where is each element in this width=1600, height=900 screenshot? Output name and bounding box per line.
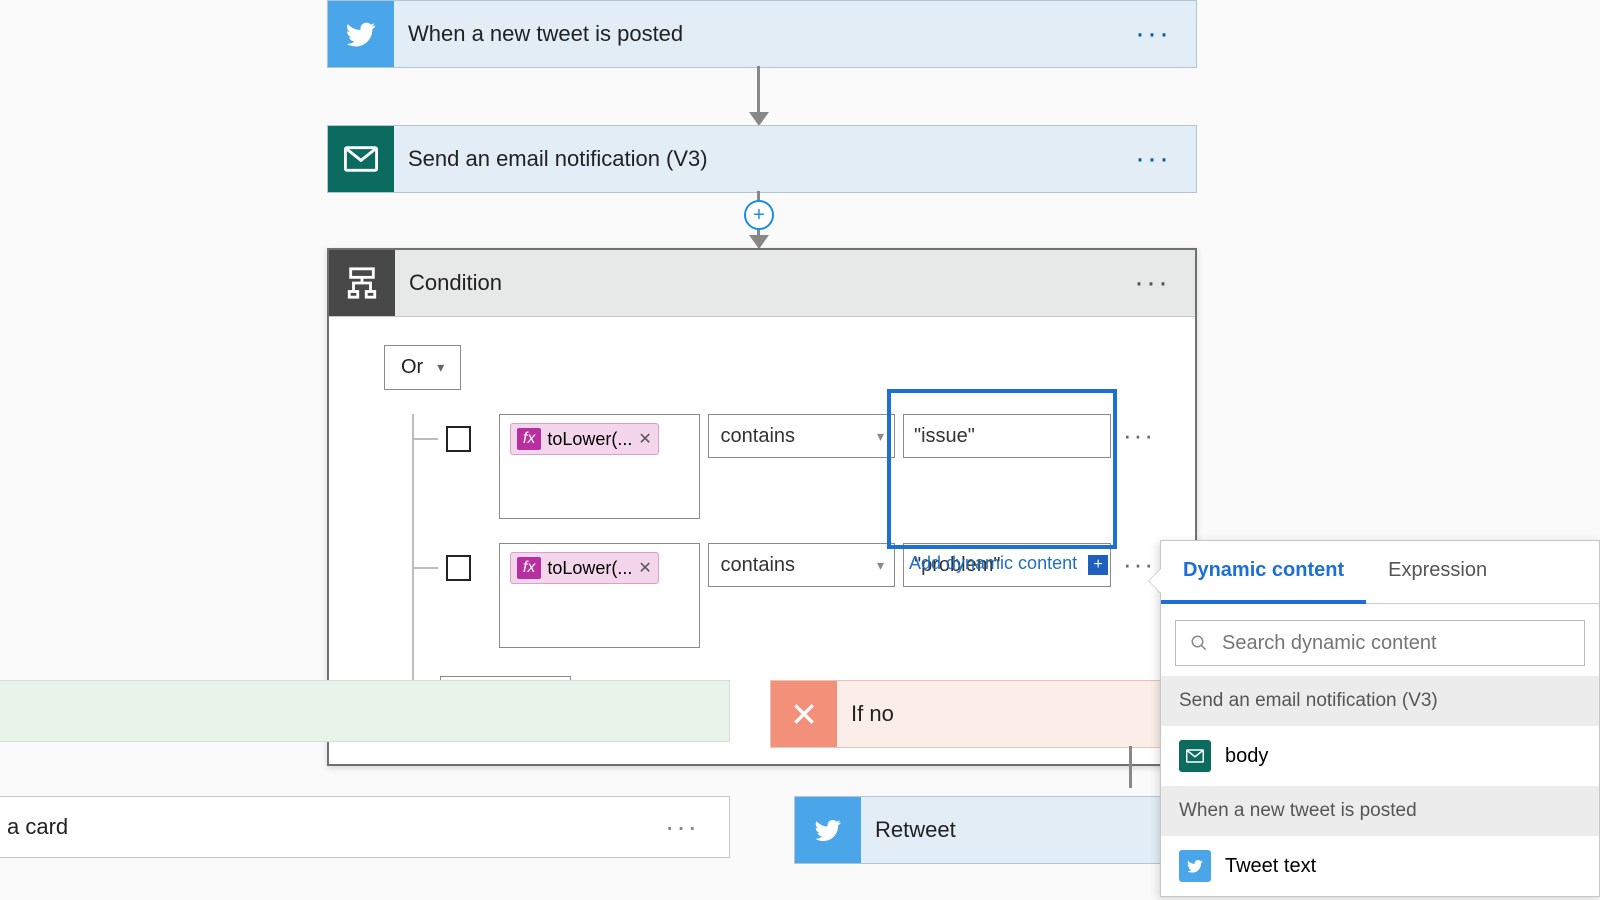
- step-email[interactable]: Send an email notification (V3) ···: [327, 125, 1197, 193]
- add-step-button[interactable]: +: [744, 200, 774, 230]
- close-icon: [771, 681, 837, 747]
- panel-caret: [1149, 569, 1161, 593]
- mail-icon: [1179, 740, 1211, 772]
- condition-row: fx toLower(... ✕ contains ▾ ···: [384, 414, 1155, 519]
- dynamic-item-label: body: [1225, 745, 1268, 768]
- left-operand-field[interactable]: fx toLower(... ✕: [499, 414, 700, 519]
- fx-token[interactable]: fx toLower(... ✕: [510, 552, 659, 584]
- fx-badge: fx: [517, 428, 541, 450]
- chevron-down-icon: ▾: [877, 557, 884, 574]
- dynamic-group-header: Send an email notification (V3): [1161, 676, 1599, 726]
- operator-dropdown[interactable]: contains ▾: [708, 414, 896, 458]
- condition-icon: [329, 250, 395, 316]
- left-partial-menu[interactable]: ···: [665, 811, 699, 843]
- add-dynamic-content-link[interactable]: Add dynamic content +: [909, 553, 1108, 575]
- tree-branch: [412, 567, 438, 569]
- chevron-down-icon: ▾: [437, 359, 444, 376]
- dynamic-group-header: When a new tweet is posted: [1161, 786, 1599, 836]
- step-trigger-title: When a new tweet is posted: [394, 21, 1110, 47]
- if-no-title: If no: [837, 701, 894, 727]
- twitter-icon: [1179, 850, 1211, 882]
- remove-token-icon[interactable]: ✕: [638, 558, 651, 578]
- operator-dropdown[interactable]: contains ▾: [708, 543, 896, 587]
- step-trigger[interactable]: When a new tweet is posted ···: [327, 0, 1197, 68]
- twitter-icon: [328, 1, 394, 67]
- operator-label: contains: [721, 554, 796, 577]
- row-menu[interactable]: ···: [1123, 420, 1155, 451]
- mail-icon: [328, 126, 394, 192]
- flow-canvas[interactable]: When a new tweet is posted ··· Send an e…: [0, 0, 1600, 900]
- fx-label: toLower(...: [547, 429, 632, 450]
- row-checkbox[interactable]: [446, 555, 471, 581]
- dynamic-content-panel: Dynamic content Expression Send an email…: [1160, 540, 1600, 897]
- dynamic-item-tweet-text[interactable]: Tweet text: [1161, 836, 1599, 896]
- row-checkbox[interactable]: [446, 426, 471, 452]
- dynamic-item-body[interactable]: body: [1161, 726, 1599, 786]
- fx-token[interactable]: fx toLower(... ✕: [510, 423, 659, 455]
- plus-square-icon: +: [1088, 555, 1108, 575]
- tree-branch: [412, 438, 438, 440]
- remove-token-icon[interactable]: ✕: [638, 429, 651, 449]
- step-email-menu[interactable]: ···: [1110, 142, 1196, 176]
- tab-dynamic-content[interactable]: Dynamic content: [1161, 541, 1366, 604]
- dynamic-search-input[interactable]: [1222, 632, 1570, 655]
- left-operand-field[interactable]: fx toLower(... ✕: [499, 543, 700, 648]
- value-input[interactable]: [903, 414, 1111, 458]
- group-mode-label: Or: [401, 356, 423, 379]
- search-icon: [1190, 634, 1208, 652]
- chevron-down-icon: ▾: [877, 428, 884, 445]
- fx-label: toLower(...: [547, 558, 632, 579]
- step-trigger-menu[interactable]: ···: [1110, 17, 1196, 51]
- left-partial-label: a card: [7, 814, 68, 840]
- fx-badge: fx: [517, 557, 541, 579]
- dynamic-item-label: Tweet text: [1225, 855, 1316, 878]
- condition-title: Condition: [395, 270, 1109, 296]
- left-partial-card[interactable]: a card ···: [0, 796, 730, 858]
- condition-header[interactable]: Condition ···: [329, 250, 1195, 317]
- twitter-icon: [795, 797, 861, 863]
- if-yes-branch[interactable]: [0, 680, 730, 742]
- panel-tabs: Dynamic content Expression: [1161, 541, 1599, 604]
- condition-menu[interactable]: ···: [1109, 266, 1195, 300]
- tab-expression[interactable]: Expression: [1366, 541, 1509, 603]
- add-dynamic-content-label: Add dynamic content: [909, 553, 1077, 573]
- step-email-title: Send an email notification (V3): [394, 146, 1110, 172]
- group-mode-dropdown[interactable]: Or ▾: [384, 345, 461, 390]
- dynamic-search[interactable]: [1175, 620, 1585, 666]
- operator-label: contains: [721, 425, 796, 448]
